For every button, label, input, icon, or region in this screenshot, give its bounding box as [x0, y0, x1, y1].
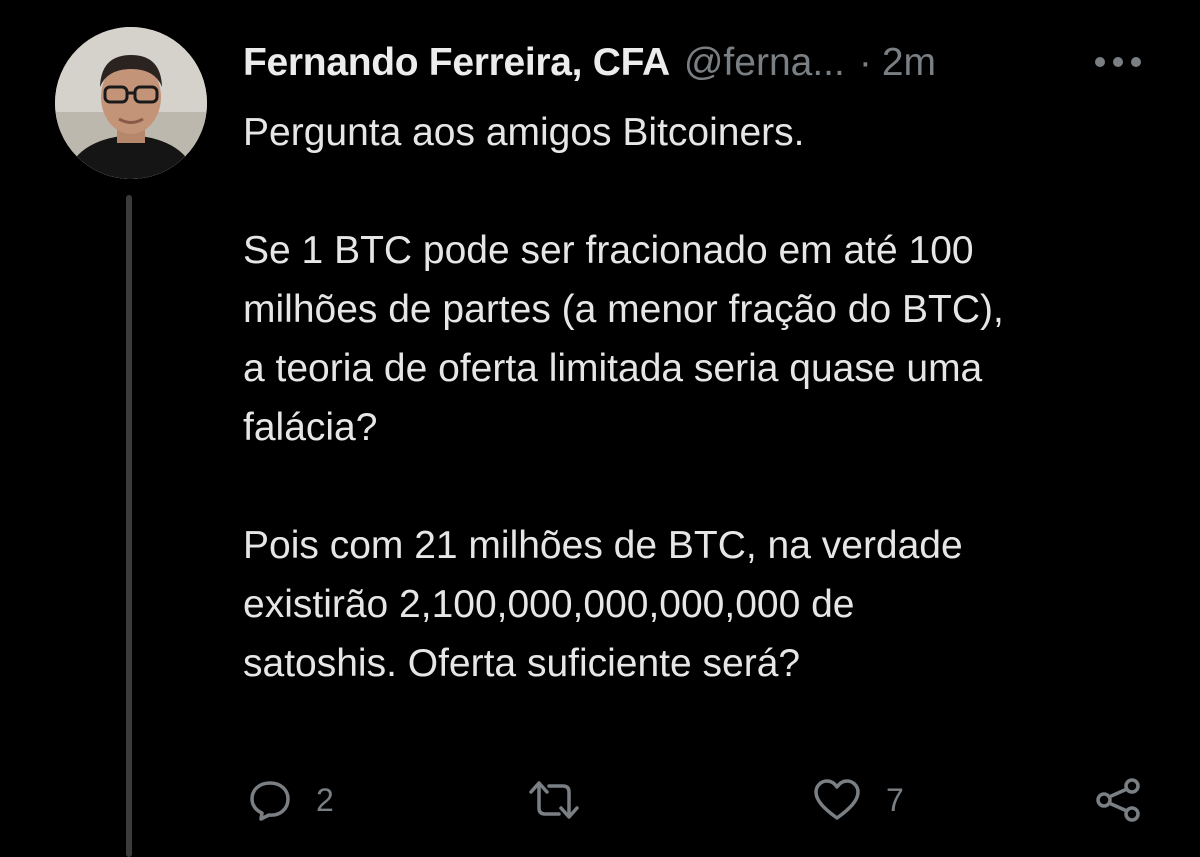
- reply-button[interactable]: 2: [248, 770, 334, 830]
- author-handle[interactable]: @ferna...: [684, 41, 845, 85]
- like-button[interactable]: 7: [812, 770, 904, 830]
- more-horizontal-icon: [1095, 57, 1141, 67]
- tweet-text: Pergunta aos amigos Bitcoiners. Se 1 BTC…: [243, 103, 1163, 693]
- tweet-actions: 2 7: [0, 770, 1200, 830]
- thread-line: [126, 195, 132, 857]
- timestamp[interactable]: 2m: [882, 41, 936, 85]
- heart-icon: [814, 779, 860, 820]
- tweet-paragraph: Pois com 21 milhões de BTC, na verdade e…: [243, 524, 963, 685]
- tweet-paragraph: Se 1 BTC pode ser fracionado em até 100 …: [243, 229, 1004, 449]
- separator-dot: ·: [858, 41, 872, 84]
- avatar-photo: [55, 27, 207, 179]
- tweet[interactable]: Fernando Ferreira, CFA @ferna... · 2m Pe…: [0, 0, 1200, 857]
- tweet-header: Fernando Ferreira, CFA @ferna... · 2m: [243, 38, 936, 88]
- author-display-name[interactable]: Fernando Ferreira, CFA: [243, 41, 670, 85]
- share-icon: [1096, 778, 1140, 822]
- reply-icon: [250, 781, 290, 821]
- retweet-icon: [529, 781, 579, 819]
- like-count: 7: [886, 781, 904, 818]
- retweet-button[interactable]: [527, 770, 605, 830]
- reply-count: 2: [316, 781, 334, 818]
- share-button[interactable]: [1094, 770, 1144, 830]
- more-options-button[interactable]: [1092, 54, 1144, 70]
- avatar[interactable]: [55, 27, 207, 179]
- tweet-paragraph: Pergunta aos amigos Bitcoiners.: [243, 111, 805, 154]
